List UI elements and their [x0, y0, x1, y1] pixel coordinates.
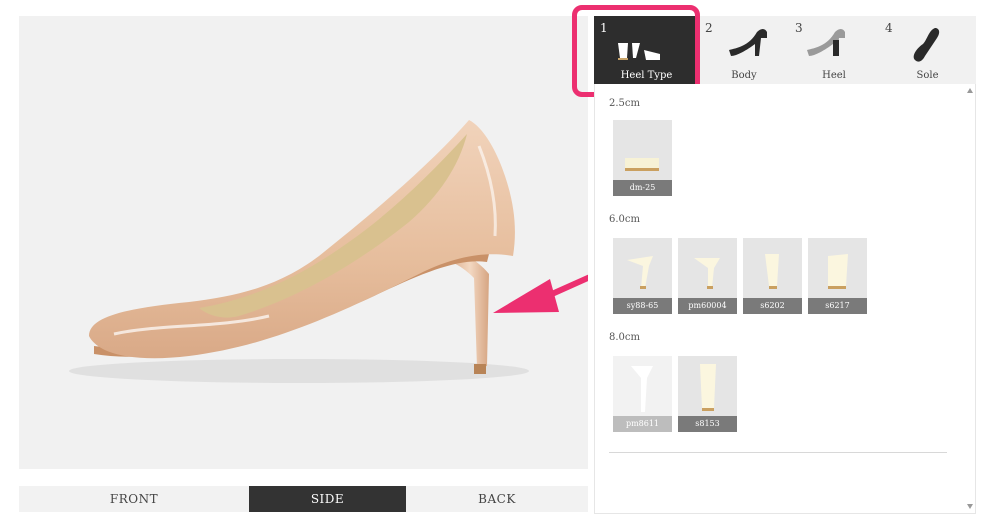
step-label: Sole [916, 70, 939, 81]
scroll-up-icon[interactable] [967, 88, 973, 93]
heel-thumbnail [631, 366, 653, 412]
heel-option-tile[interactable]: s6202 [743, 238, 802, 314]
heel-code: s6202 [743, 298, 802, 314]
heel-thumbnail [625, 158, 659, 171]
heel-option-tile[interactable]: s8153 [678, 356, 737, 432]
heel-thumbnail [694, 258, 720, 289]
scroll-down-icon[interactable] [967, 504, 973, 509]
step-bar: 1 Heel Type 2 Body 3 Heel 4 Sole [594, 16, 976, 84]
heel-thumbnail [700, 364, 716, 411]
shoe-image [69, 120, 588, 383]
step-label: Heel [822, 70, 846, 81]
section-title: 8.0cm [609, 332, 640, 343]
heel-option-tile[interactable]: dm-25 [613, 120, 672, 196]
step-body[interactable]: 2 Body [699, 16, 789, 84]
step-label: Body [731, 70, 757, 81]
tab-back[interactable]: BACK [406, 486, 588, 512]
heel-type-options: 2.5cm dm-25 6.0cm sy88-65 pm60004 s6202 … [594, 84, 976, 514]
heel-code: pm60004 [678, 298, 737, 314]
heel-option-tile[interactable]: s6217 [808, 238, 867, 314]
step-heel-type[interactable]: 1 Heel Type [594, 16, 699, 84]
tab-front[interactable]: FRONT [19, 486, 249, 512]
tab-side[interactable]: SIDE [249, 486, 406, 512]
heel-code: s6217 [808, 298, 867, 314]
heel-option-tile[interactable]: pm60004 [678, 238, 737, 314]
section-title: 2.5cm [609, 98, 640, 109]
heel-thumbnail [828, 254, 848, 289]
heel-option-tile[interactable]: sy88-65 [613, 238, 672, 314]
heel-code: dm-25 [613, 180, 672, 196]
section-title: 6.0cm [609, 214, 640, 225]
heel-thumbnail [627, 256, 653, 289]
step-label: Heel Type [620, 70, 673, 81]
divider [609, 452, 947, 453]
heel-option-tile[interactable]: pm8611 [613, 356, 672, 432]
heel-thumbnail [765, 254, 779, 289]
view-tabs: FRONT SIDE BACK [19, 486, 588, 512]
app-root: FRONT SIDE BACK 1 Heel Type 2 Body 3 Hee… [0, 0, 1000, 532]
scrollbar[interactable] [965, 84, 976, 514]
heel-code: s8153 [678, 416, 737, 432]
step-heel[interactable]: 3 Heel [789, 16, 879, 84]
heel-code: pm8611 [613, 416, 672, 432]
step-sole[interactable]: 4 Sole [879, 16, 976, 84]
shoe-preview [19, 16, 588, 469]
heel-code: sy88-65 [613, 298, 672, 314]
